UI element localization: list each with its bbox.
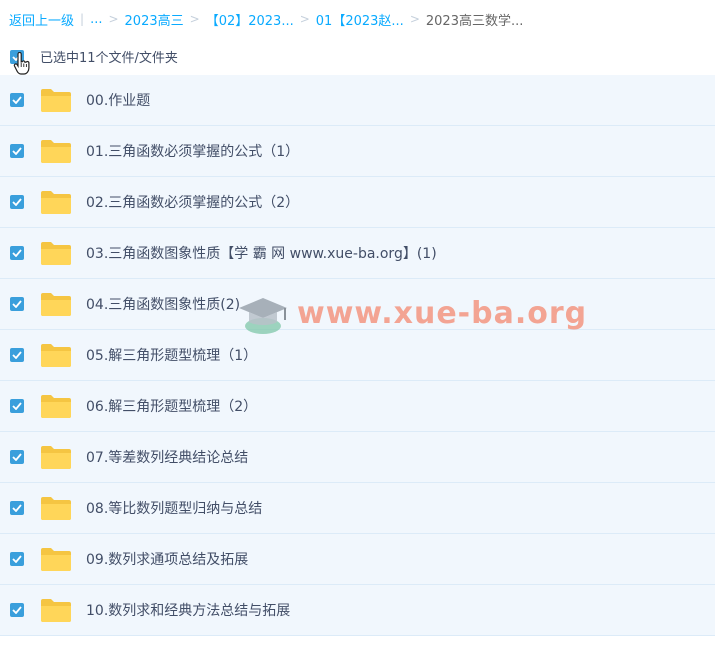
row-checkbox[interactable] bbox=[10, 399, 24, 413]
file-name[interactable]: 06.解三角形题型梳理（2） bbox=[86, 396, 257, 416]
file-row[interactable]: 06.解三角形题型梳理（2） bbox=[0, 381, 715, 432]
row-checkbox[interactable] bbox=[10, 93, 24, 107]
folder-icon bbox=[41, 88, 71, 112]
folder-icon bbox=[41, 190, 71, 214]
file-row[interactable]: 05.解三角形题型梳理（1） bbox=[0, 330, 715, 381]
check-icon bbox=[12, 606, 22, 614]
row-checkbox[interactable] bbox=[10, 195, 24, 209]
chevron-right-icon: > bbox=[189, 12, 200, 26]
breadcrumb-item-02[interactable]: 【02】2023... bbox=[206, 10, 294, 29]
file-row[interactable]: 08.等比数列题型归纳与总结 bbox=[0, 483, 715, 534]
selection-bar: 已选中11个文件/文件夹 bbox=[0, 38, 715, 75]
file-name[interactable]: 09.数列求通项总结及拓展 bbox=[86, 549, 248, 569]
folder-icon bbox=[41, 445, 71, 469]
selection-count-text: 已选中11个文件/文件夹 bbox=[40, 51, 178, 66]
breadcrumb-current: 2023高三数学... bbox=[425, 13, 524, 29]
check-icon bbox=[12, 300, 22, 308]
folder-icon bbox=[41, 241, 71, 265]
chevron-right-icon: > bbox=[299, 12, 310, 26]
check-icon bbox=[12, 453, 22, 461]
folder-icon bbox=[41, 343, 71, 367]
file-name[interactable]: 05.解三角形题型梳理（1） bbox=[86, 345, 257, 365]
file-row[interactable]: 03.三角函数图象性质【学 霸 网 www.xue-ba.org】(1) bbox=[0, 228, 715, 279]
file-row[interactable]: 07.等差数列经典结论总结 bbox=[0, 432, 715, 483]
row-checkbox[interactable] bbox=[10, 501, 24, 515]
file-name[interactable]: 04.三角函数图象性质(2) bbox=[86, 294, 240, 314]
file-name[interactable]: 01.三角函数必须掌握的公式（1） bbox=[86, 141, 299, 161]
breadcrumb-item-01[interactable]: 01【2023赵... bbox=[316, 10, 404, 29]
row-checkbox[interactable] bbox=[10, 348, 24, 362]
file-row[interactable]: 04.三角函数图象性质(2) bbox=[0, 279, 715, 330]
folder-icon bbox=[41, 598, 71, 622]
row-checkbox[interactable] bbox=[10, 450, 24, 464]
file-name[interactable]: 00.作业题 bbox=[86, 90, 150, 110]
file-name[interactable]: 03.三角函数图象性质【学 霸 网 www.xue-ba.org】(1) bbox=[86, 243, 437, 263]
file-row[interactable]: 02.三角函数必须掌握的公式（2） bbox=[0, 177, 715, 228]
breadcrumb: 返回上一级 | ... > 2023高三 > 【02】2023... > 01【… bbox=[0, 0, 715, 38]
hand-cursor-icon bbox=[13, 52, 30, 75]
row-checkbox[interactable] bbox=[10, 144, 24, 158]
check-icon bbox=[12, 402, 22, 410]
file-name[interactable]: 10.数列求和经典方法总结与拓展 bbox=[86, 600, 290, 620]
breadcrumb-divider: | bbox=[80, 12, 85, 26]
file-row[interactable]: 01.三角函数必须掌握的公式（1） bbox=[0, 126, 715, 177]
check-icon bbox=[12, 96, 22, 104]
breadcrumb-item-2023gaosan[interactable]: 2023高三 bbox=[125, 10, 184, 29]
check-icon bbox=[12, 351, 22, 359]
folder-icon bbox=[41, 496, 71, 520]
file-list: 00.作业题 01.三角函数必须掌握的公式（1） 02.三角函数必须掌握的公式（2）… bbox=[0, 75, 715, 636]
file-row[interactable]: 09.数列求通项总结及拓展 bbox=[0, 534, 715, 585]
check-icon bbox=[12, 555, 22, 563]
file-row[interactable]: 00.作业题 bbox=[0, 75, 715, 126]
chevron-right-icon: > bbox=[409, 12, 420, 26]
folder-icon bbox=[41, 292, 71, 316]
back-link[interactable]: 返回上一级 bbox=[9, 10, 74, 29]
file-name[interactable]: 07.等差数列经典结论总结 bbox=[86, 447, 248, 467]
file-name[interactable]: 02.三角函数必须掌握的公式（2） bbox=[86, 192, 299, 212]
chevron-right-icon: > bbox=[108, 12, 119, 26]
check-icon bbox=[12, 249, 22, 257]
file-row[interactable]: 10.数列求和经典方法总结与拓展 bbox=[0, 585, 715, 636]
folder-icon bbox=[41, 139, 71, 163]
row-checkbox[interactable] bbox=[10, 603, 24, 617]
folder-icon bbox=[41, 547, 71, 571]
file-name[interactable]: 08.等比数列题型归纳与总结 bbox=[86, 498, 262, 518]
check-icon bbox=[12, 504, 22, 512]
check-icon bbox=[12, 147, 22, 155]
check-icon bbox=[12, 198, 22, 206]
breadcrumb-item-ellipsis[interactable]: ... bbox=[90, 12, 102, 27]
folder-icon bbox=[41, 394, 71, 418]
row-checkbox[interactable] bbox=[10, 297, 24, 311]
row-checkbox[interactable] bbox=[10, 246, 24, 260]
row-checkbox[interactable] bbox=[10, 552, 24, 566]
